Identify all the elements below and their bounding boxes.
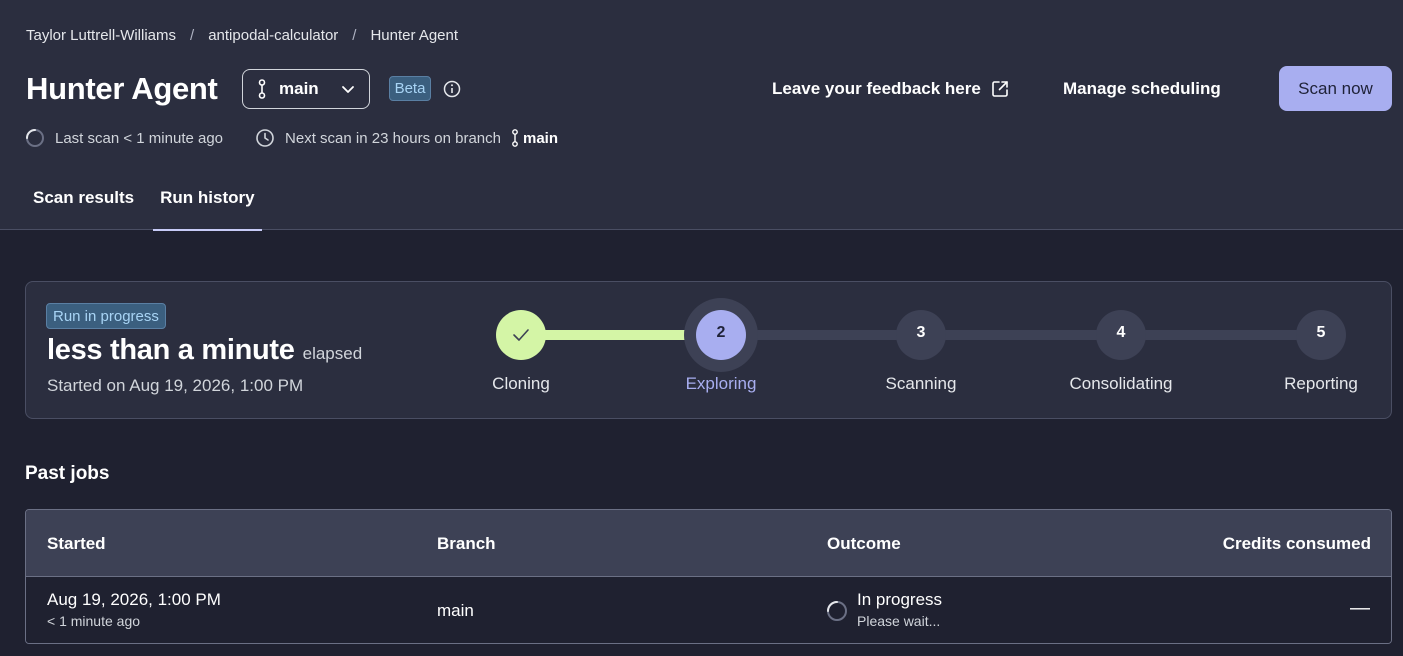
branch-selector-value: main — [279, 79, 319, 98]
external-link-icon — [992, 81, 1008, 97]
run-progress-card: Run in progress less than a minute elaps… — [25, 281, 1392, 419]
next-scan-branch: main — [523, 129, 559, 147]
chevron-down-icon — [342, 86, 354, 93]
next-scan-text: Next scan in 23 hours on branch — [285, 129, 501, 147]
beta-badge: Beta — [389, 76, 431, 101]
column-header-credits[interactable]: Credits consumed — [1223, 534, 1371, 554]
next-scan-info: Next scan in 23 hours on branch main — [255, 128, 558, 148]
started-date: Aug 19, 2026, 1:00 PM — [47, 590, 221, 609]
step-2-label: Exploring — [685, 374, 757, 393]
cell-started: Aug 19, 2026, 1:00 PM < 1 minute ago — [47, 590, 221, 629]
tab-bar: Scan results Run history — [0, 180, 263, 231]
breadcrumb-separator: / — [190, 27, 195, 44]
step-4-label: Consolidating — [1069, 374, 1173, 393]
step-4-number: 4 — [1116, 324, 1126, 341]
step-3-number: 3 — [916, 324, 926, 341]
tab-scan-results[interactable]: Scan results — [26, 180, 141, 230]
breadcrumb-repo[interactable]: antipodal-calculator — [208, 27, 338, 44]
outcome-status: In progress — [857, 590, 943, 609]
past-jobs-title: Past jobs — [25, 463, 110, 484]
step-1-label: Cloning — [492, 374, 550, 393]
feedback-link-label: Leave your feedback here — [772, 79, 981, 98]
branch-selector[interactable]: main — [242, 69, 370, 109]
step-2-number: 2 — [716, 324, 726, 341]
tab-run-history[interactable]: Run history — [153, 180, 263, 231]
breadcrumb: Taylor Luttrell-Williams / antipodal-cal… — [26, 27, 458, 44]
git-branch-icon — [512, 129, 518, 147]
page-header: Taylor Luttrell-Williams / antipodal-cal… — [0, 0, 1403, 231]
breadcrumb-current: Hunter Agent — [370, 27, 459, 44]
breadcrumb-owner[interactable]: Taylor Luttrell-Williams — [26, 27, 176, 44]
last-scan-text: Last scan < 1 minute ago — [55, 129, 224, 147]
scan-now-button[interactable]: Scan now — [1279, 66, 1392, 111]
manage-scheduling-button[interactable]: Manage scheduling — [1063, 79, 1221, 99]
cell-credits: — — [1350, 597, 1370, 619]
last-scan-info: Last scan < 1 minute ago — [25, 128, 223, 148]
page-title: Hunter Agent — [26, 71, 218, 106]
progress-stepper — [496, 298, 1346, 372]
table-row[interactable]: Aug 19, 2026, 1:00 PM < 1 minute ago mai… — [26, 577, 1391, 643]
scan-meta: Last scan < 1 minute ago Next scan in 23… — [25, 128, 558, 148]
past-jobs-table: Started Branch Outcome Credits consumed … — [25, 509, 1392, 644]
step-3-label: Scanning — [885, 374, 957, 393]
breadcrumb-separator: / — [352, 27, 357, 44]
outcome-detail: Please wait... — [857, 613, 941, 629]
step-5-number: 5 — [1316, 324, 1326, 341]
cell-outcome: In progress Please wait... — [826, 590, 942, 629]
column-header-branch[interactable]: Branch — [437, 534, 496, 554]
cell-branch: main — [437, 601, 474, 620]
table-header: Started Branch Outcome Credits consumed — [26, 510, 1391, 577]
info-icon[interactable] — [443, 80, 461, 98]
spinner-icon — [26, 129, 44, 147]
started-relative: < 1 minute ago — [47, 613, 141, 629]
git-branch-icon — [258, 79, 266, 99]
step-5-label: Reporting — [1284, 374, 1358, 393]
clock-icon — [256, 129, 274, 147]
step-1-circle — [496, 310, 546, 360]
column-header-outcome[interactable]: Outcome — [827, 534, 901, 554]
feedback-link[interactable]: Leave your feedback here — [772, 79, 1009, 99]
column-header-started[interactable]: Started — [47, 534, 106, 554]
spinner-icon — [827, 600, 847, 621]
